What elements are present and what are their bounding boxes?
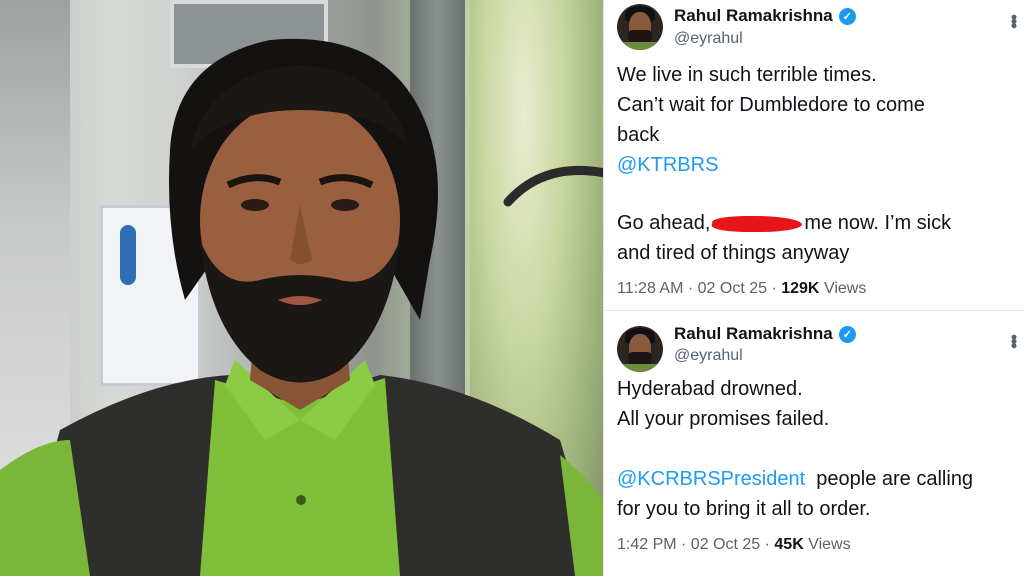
- mention-link[interactable]: @KCRBRSPresident: [617, 468, 805, 490]
- person-figure: [0, 38, 603, 576]
- tweet-text-line: @KCRBRSPresident people are calling: [617, 468, 973, 491]
- tweet-meta: 1:42 PM · 02 Oct 25 · 45K Views: [617, 536, 851, 554]
- tweet-text-line: and tired of things anyway: [617, 242, 850, 264]
- tweet-card[interactable]: Rahul Ramakrishna ✓ @eyrahul ••• We live…: [604, 0, 1024, 312]
- tweet-text-fragment: me now. I’m sick: [804, 212, 952, 234]
- tweet-text-line: Go ahead, me now. I’m sick: [617, 212, 951, 235]
- redaction-mark: [711, 215, 804, 232]
- timestamp[interactable]: 1:42 PM · 02 Oct 25 ·: [617, 536, 770, 553]
- view-count: 129K: [781, 280, 820, 297]
- person-photo: [0, 0, 603, 576]
- views-label: Views: [808, 536, 851, 553]
- more-options-icon[interactable]: •••: [1004, 14, 1024, 27]
- tweet-text-fragment: Go ahead,: [617, 212, 711, 234]
- tweet-text-line: back: [617, 124, 660, 146]
- tweet-card[interactable]: Rahul Ramakrishna ✓ @eyrahul ••• Hyderab…: [604, 312, 1024, 576]
- more-options-icon[interactable]: •••: [1004, 334, 1024, 347]
- timestamp[interactable]: 11:28 AM · 02 Oct 25 ·: [617, 280, 777, 297]
- tweet-text-line: Can’t wait for Dumbledore to come: [617, 94, 925, 116]
- author-handle[interactable]: @eyrahul: [674, 347, 743, 365]
- author-name[interactable]: Rahul Ramakrishna: [674, 6, 833, 26]
- views-label: Views: [823, 280, 867, 297]
- tweet-text-line: Hyderabad drowned.: [617, 378, 803, 400]
- tweet-text-line: for you to bring it all to order.: [617, 498, 871, 520]
- tweet-text-line: All your promises failed.: [617, 408, 830, 430]
- avatar[interactable]: [617, 326, 663, 372]
- verified-badge-icon: ✓: [838, 325, 856, 343]
- tweet-meta: 11:28 AM · 02 Oct 25 · 129K Views: [617, 280, 866, 298]
- tweet-panel: Rahul Ramakrishna ✓ @eyrahul ••• We live…: [603, 0, 1024, 576]
- mention-link[interactable]: @KTRBRS: [617, 154, 718, 177]
- avatar[interactable]: [617, 4, 663, 50]
- tweet-text-line: We live in such terrible times.: [617, 64, 877, 86]
- verified-badge-icon: ✓: [838, 7, 856, 25]
- author-handle[interactable]: @eyrahul: [674, 30, 743, 48]
- author-name[interactable]: Rahul Ramakrishna: [674, 324, 833, 344]
- view-count: 45K: [774, 536, 804, 553]
- divider: [604, 310, 1024, 311]
- tweet-text-fragment: people are calling: [816, 468, 974, 490]
